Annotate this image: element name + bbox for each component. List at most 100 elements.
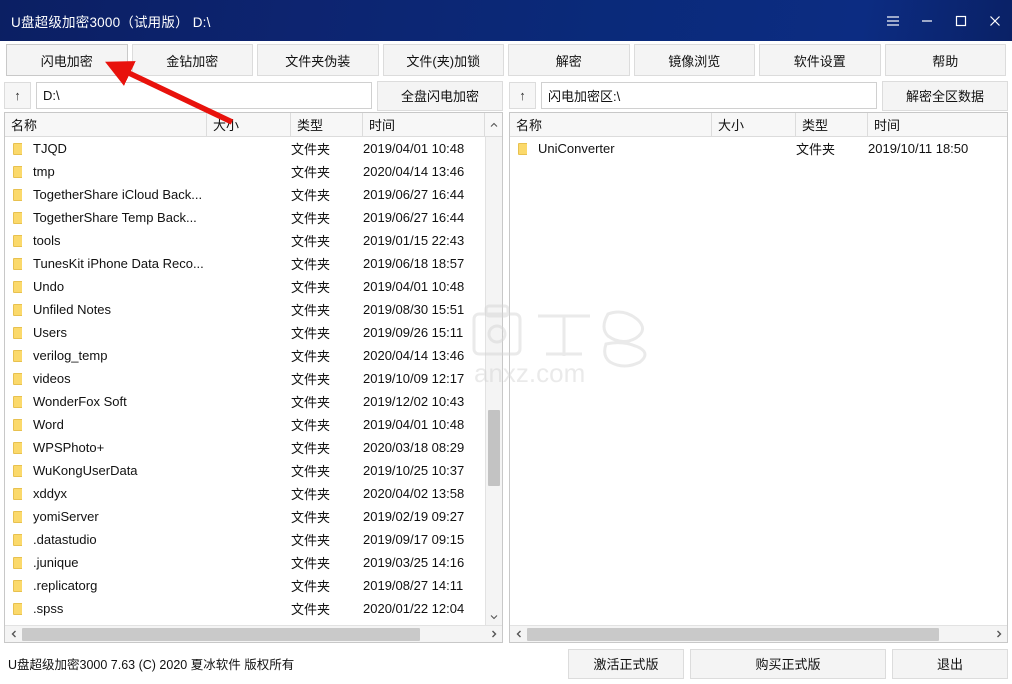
right-hscroll-right-button[interactable]: [990, 626, 1007, 643]
column-header-type[interactable]: 类型: [291, 113, 363, 136]
folder-icon: [13, 256, 27, 270]
column-header-time[interactable]: 时间: [363, 113, 484, 136]
table-row[interactable]: xddyx 文件夹 2020/04/02 13:58: [5, 482, 485, 505]
file-name-label: TogetherShare iCloud Back...: [33, 187, 203, 202]
chevron-up-icon: [490, 122, 497, 127]
exit-button[interactable]: 退出: [892, 648, 1008, 679]
close-button[interactable]: [978, 0, 1012, 41]
toolbar-button-diamond-encrypt[interactable]: 金钻加密: [131, 44, 253, 76]
column-header-name[interactable]: 名称: [510, 113, 712, 136]
table-row[interactable]: TJQD 文件夹 2019/04/01 10:48: [5, 137, 485, 160]
column-header-size[interactable]: 大小: [712, 113, 796, 136]
menu-button[interactable]: [876, 0, 910, 41]
toolbar-button-file-lock[interactable]: 文件(夹)加锁: [382, 44, 504, 76]
left-hscroll-track[interactable]: [22, 626, 485, 643]
table-row[interactable]: tmp 文件夹 2020/04/14 13:46: [5, 160, 485, 183]
file-name-label: tools: [33, 233, 61, 248]
left-scroll-down-button[interactable]: [486, 608, 502, 625]
left-hscroll-right-button[interactable]: [485, 626, 502, 643]
toolbar-button-settings[interactable]: 软件设置: [759, 44, 881, 76]
folder-icon: [13, 578, 27, 592]
cell-time: 2019/10/25 10:37: [363, 463, 465, 478]
cell-time: 2019/08/27 14:11: [363, 578, 464, 593]
left-vscroll-track[interactable]: [486, 137, 502, 608]
right-file-list[interactable]: UniConverter 文件夹 2019/10/11 18:50: [510, 137, 1007, 625]
full-disk-flash-encrypt-button[interactable]: 全盘闪电加密: [377, 80, 503, 111]
cell-type: 文件夹: [291, 372, 331, 387]
cell-time: 2019/03/25 14:16: [363, 555, 465, 570]
table-row[interactable]: yomiServer 文件夹 2019/02/19 09:27: [5, 505, 485, 528]
left-file-list[interactable]: TJQD 文件夹 2019/04/01 10:48 tmp 文件夹 2020/04/14 …: [5, 137, 485, 625]
file-name-label: Word: [33, 417, 64, 432]
file-name-label: TogetherShare Temp Back...: [33, 210, 197, 225]
left-hscroll-left-button[interactable]: [5, 626, 22, 643]
buy-button[interactable]: 购买正式版: [690, 648, 886, 679]
menu-icon: [887, 15, 899, 26]
left-vscroll-thumb[interactable]: [488, 410, 500, 486]
window-title: U盘超级加密3000（试用版） D:\: [11, 14, 211, 30]
left-horizontal-scrollbar[interactable]: [5, 625, 502, 642]
toolbar-button-decrypt[interactable]: 解密: [508, 44, 630, 76]
left-vertical-scrollbar[interactable]: [485, 137, 502, 625]
column-header-type[interactable]: 类型: [796, 113, 868, 136]
cell-time: 2019/02/19 09:27: [363, 509, 465, 524]
cell-type: 文件夹: [291, 510, 331, 525]
table-row[interactable]: TunesKit iPhone Data Reco... 文件夹 2019/06/1…: [5, 252, 485, 275]
file-name-label: videos: [33, 371, 71, 386]
right-horizontal-scrollbar[interactable]: [510, 625, 1007, 642]
cell-time: 2019/09/26 15:11: [363, 325, 464, 340]
cell-name: TogetherShare iCloud Back...: [5, 187, 207, 202]
table-row[interactable]: WPSPhoto+ 文件夹 2020/03/18 08:29: [5, 436, 485, 459]
right-hscroll-thumb[interactable]: [527, 627, 940, 641]
table-row[interactable]: .replicatorg 文件夹 2019/08/27 14:11: [5, 574, 485, 597]
left-scroll-up-corner[interactable]: [484, 113, 502, 136]
cell-type: 文件夹: [291, 142, 331, 157]
table-row[interactable]: .spss 文件夹 2020/01/22 12:04: [5, 597, 485, 620]
table-row[interactable]: .junique 文件夹 2019/03/25 14:16: [5, 551, 485, 574]
column-header-size[interactable]: 大小: [207, 113, 291, 136]
activate-button[interactable]: 激活正式版: [568, 648, 684, 679]
cell-name: WonderFox Soft: [5, 394, 207, 409]
right-hscroll-track[interactable]: [527, 626, 990, 643]
column-header-name[interactable]: 名称: [5, 113, 207, 136]
table-row[interactable]: WuKongUserData 文件夹 2019/10/25 10:37: [5, 459, 485, 482]
right-up-button[interactable]: ↑: [509, 82, 536, 109]
maximize-icon: [955, 15, 967, 26]
table-row[interactable]: .datastudio 文件夹 2019/09/17 09:15: [5, 528, 485, 551]
folder-icon: [13, 164, 27, 178]
window-controls: [876, 0, 1012, 41]
table-row[interactable]: Users 文件夹 2019/09/26 15:11: [5, 321, 485, 344]
left-file-panel: 名称 大小 类型 时间 TJQD 文件夹 2019/04/01 10:48 tmp 文件…: [4, 112, 503, 643]
column-header-time[interactable]: 时间: [868, 113, 1007, 136]
folder-icon: [13, 279, 27, 293]
toolbar-button-help[interactable]: 帮助: [884, 44, 1006, 76]
chevron-left-icon: [11, 630, 16, 638]
table-row[interactable]: tools 文件夹 2019/01/15 22:43: [5, 229, 485, 252]
toolbar-button-mirror-browse[interactable]: 镜像浏览: [633, 44, 755, 76]
cell-type: 文件夹: [291, 441, 331, 456]
decrypt-all-zone-button[interactable]: 解密全区数据: [882, 80, 1008, 111]
table-row[interactable]: verilog_temp 文件夹 2020/04/14 13:46: [5, 344, 485, 367]
toolbar-button-folder-disguise[interactable]: 文件夹伪装: [257, 44, 379, 76]
table-row[interactable]: UniConverter 文件夹 2019/10/11 18:50: [510, 137, 1007, 160]
cell-time: 2020/04/02 13:58: [363, 486, 465, 501]
left-path-input[interactable]: D:\: [36, 82, 372, 109]
maximize-button[interactable]: [944, 0, 978, 41]
left-up-button[interactable]: ↑: [4, 82, 31, 109]
minimize-button[interactable]: [910, 0, 944, 41]
table-row[interactable]: TogetherShare Temp Back... 文件夹 2019/06/27 …: [5, 206, 485, 229]
right-path-group: ↑ 闪电加密区:\ 解密全区数据: [509, 80, 1008, 111]
table-row[interactable]: WonderFox Soft 文件夹 2019/12/02 10:43: [5, 390, 485, 413]
left-hscroll-thumb[interactable]: [22, 627, 421, 641]
toolbar-button-flash-encrypt[interactable]: 闪电加密: [6, 44, 128, 76]
right-path-input[interactable]: 闪电加密区:\: [541, 82, 877, 109]
table-row[interactable]: Word 文件夹 2019/04/01 10:48: [5, 413, 485, 436]
cell-type: 文件夹: [291, 464, 331, 479]
table-row[interactable]: Unfiled Notes 文件夹 2019/08/30 15:51: [5, 298, 485, 321]
right-hscroll-left-button[interactable]: [510, 626, 527, 643]
file-name-label: .junique: [33, 555, 79, 570]
cell-name: tmp: [5, 164, 207, 179]
table-row[interactable]: TogetherShare iCloud Back... 文件夹 2019/06/2…: [5, 183, 485, 206]
table-row[interactable]: Undo 文件夹 2019/04/01 10:48: [5, 275, 485, 298]
table-row[interactable]: videos 文件夹 2019/10/09 12:17: [5, 367, 485, 390]
